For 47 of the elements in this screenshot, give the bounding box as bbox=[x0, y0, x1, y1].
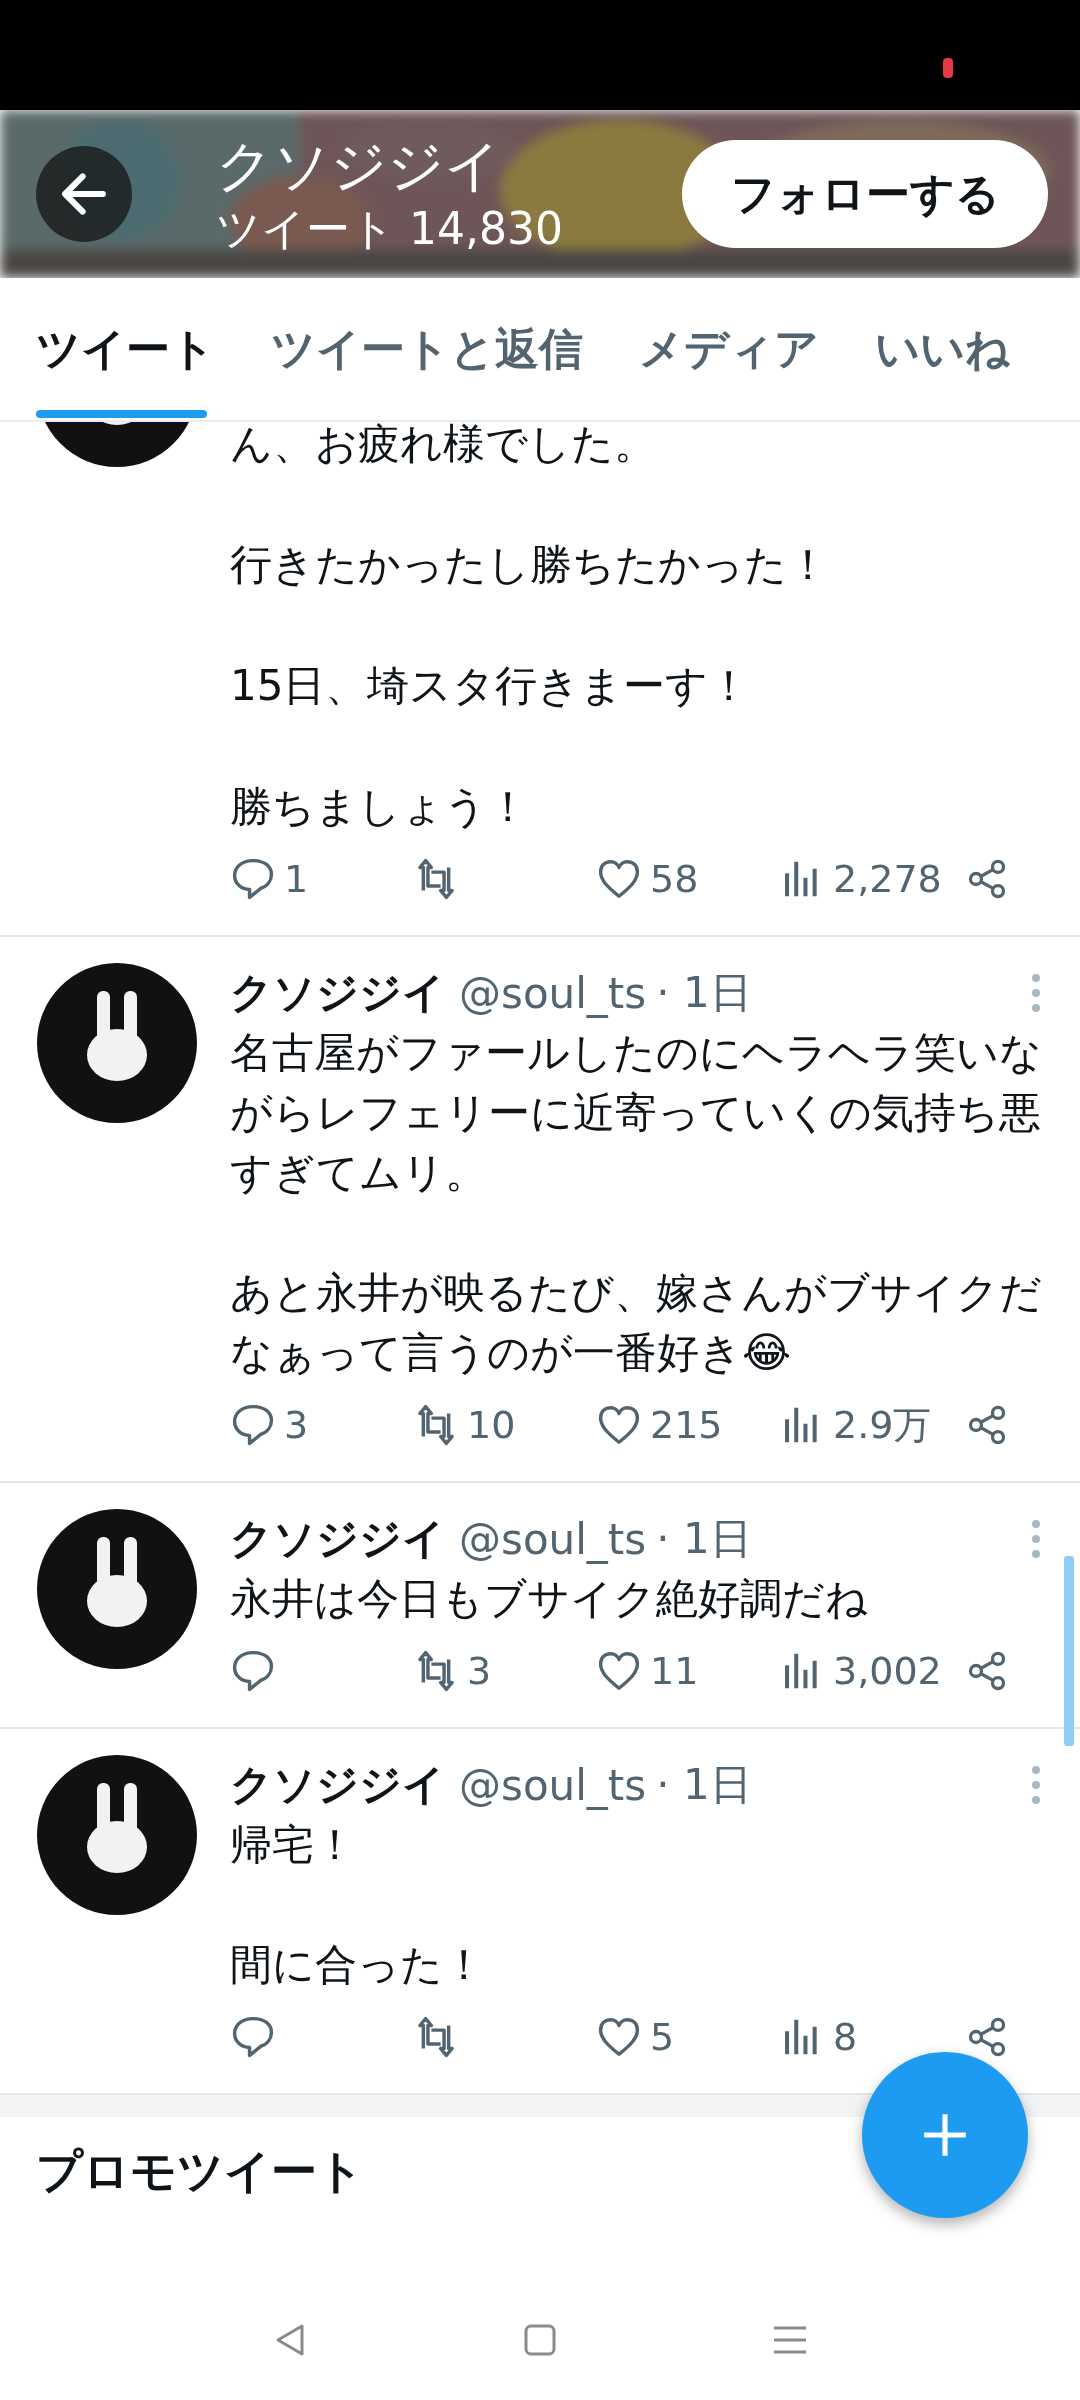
speech-bubble-icon[interactable] bbox=[230, 2014, 276, 2060]
user-name: クソジジイ bbox=[230, 967, 445, 1019]
tweet-text: 勝ちましょう！ bbox=[230, 781, 530, 833]
speech-bubble-icon[interactable] bbox=[230, 1402, 276, 1448]
tweet-text: 15日、埼スタ行きまーす！ bbox=[230, 660, 752, 712]
user-name: クソジジイ bbox=[230, 1759, 445, 1811]
retweet-count: 3 bbox=[467, 1649, 492, 1693]
tweet-count: ツイート 14,830 bbox=[216, 202, 564, 256]
tab[interactable]: ツイートと返信 bbox=[243, 278, 611, 420]
tab[interactable]: メディア bbox=[611, 278, 847, 420]
tab[interactable]: いいね bbox=[847, 278, 1038, 420]
tweet-text: 間に合った！ bbox=[230, 1939, 486, 1991]
user-handle: @soul_ts bbox=[459, 1514, 647, 1564]
user-name: クソジジイ bbox=[230, 1513, 445, 1565]
tweet-text: あと永井が映るたび、嫁さんがブサイクだなぁって言うのが一番好き😂 bbox=[230, 1267, 1043, 1379]
timestamp: · 1日 bbox=[656, 967, 752, 1019]
avatar[interactable] bbox=[37, 1509, 197, 1669]
speech-bubble-icon[interactable] bbox=[230, 856, 276, 902]
view-count: 2.9万 bbox=[833, 1401, 932, 1449]
like-count: 215 bbox=[650, 1403, 723, 1447]
recording-indicator-icon bbox=[943, 58, 953, 78]
view-count: 8 bbox=[833, 2015, 858, 2059]
retweet-count: 10 bbox=[467, 1403, 516, 1447]
tab[interactable]: ツイート bbox=[0, 278, 243, 420]
user-handle: @soul_ts bbox=[459, 1760, 647, 1810]
view-count: 2,278 bbox=[833, 857, 942, 901]
reply-count: 1 bbox=[284, 857, 309, 901]
compose-button[interactable] bbox=[862, 2052, 1028, 2218]
like-count: 58 bbox=[650, 857, 699, 901]
tweet-text: ん、お疲れ様でした。 bbox=[230, 422, 657, 470]
section-heading: プロモツイート bbox=[36, 2143, 365, 2200]
like-count: 5 bbox=[650, 2015, 675, 2059]
tweet-text: 行きたかったし勝ちたかった！ bbox=[230, 539, 830, 591]
timestamp: · 1日 bbox=[656, 1759, 752, 1811]
view-count: 3,002 bbox=[833, 1649, 942, 1693]
speech-bubble-icon[interactable] bbox=[230, 1648, 276, 1694]
tweet-text: 名古屋がファールしたのにヘラヘラ笑いながらレフェリーに近寄っていくの気持ち悪すぎてムリ。 bbox=[230, 1027, 1043, 1199]
profile-name: クソジジイ bbox=[216, 132, 502, 200]
reply-count: 3 bbox=[284, 1403, 309, 1447]
timestamp: · 1日 bbox=[656, 1513, 752, 1565]
user-handle: @soul_ts bbox=[459, 968, 647, 1018]
tweet-text: 帰宅！ bbox=[230, 1819, 357, 1871]
avatar[interactable] bbox=[37, 1755, 197, 1915]
follow-button[interactable]: フォローする bbox=[682, 140, 1048, 248]
avatar[interactable] bbox=[37, 963, 197, 1123]
tweet-text: 永井は今日もブサイク絶好調だね bbox=[230, 1573, 869, 1625]
like-count: 11 bbox=[650, 1649, 699, 1693]
